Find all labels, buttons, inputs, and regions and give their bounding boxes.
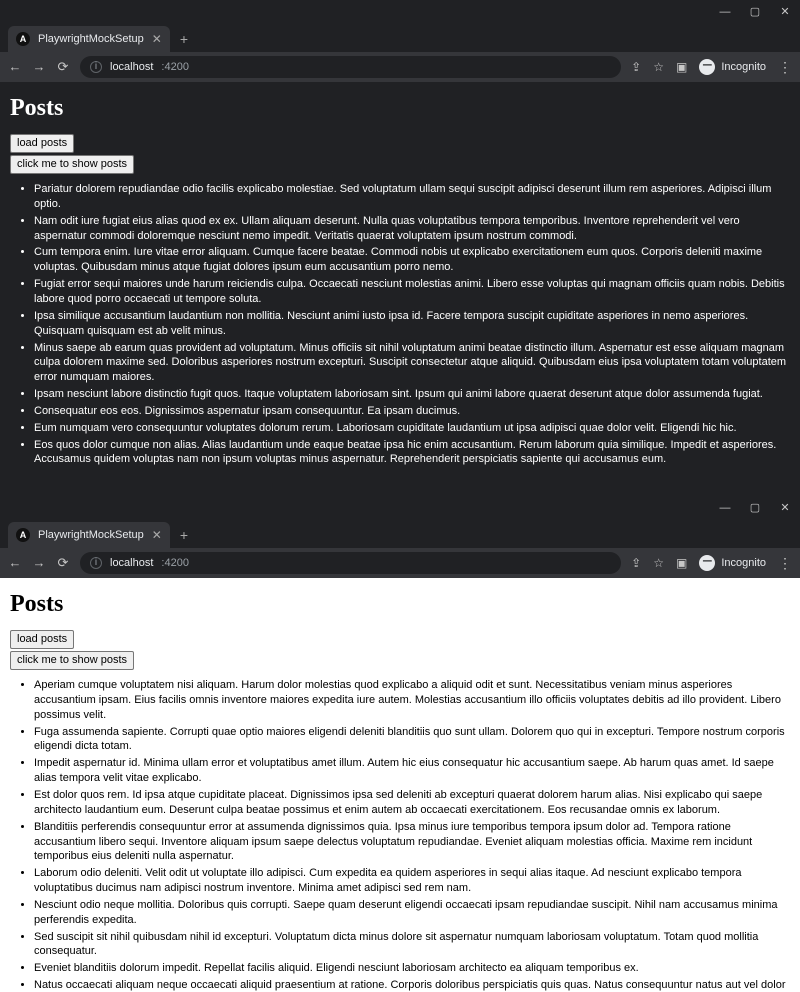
- browser-tab[interactable]: A PlaywrightMockSetup ✕: [8, 522, 170, 548]
- extensions-icon[interactable]: ▣: [676, 555, 687, 571]
- list-item: Ipsam nesciunt labore distinctio fugit q…: [34, 387, 790, 402]
- toolbar: ← → ⟳ i localhost :4200 ⇪ ☆ ▣ ㇐ Incognito…: [0, 548, 800, 578]
- list-item: Consequatur eos eos. Dignissimos asperna…: [34, 404, 790, 419]
- list-item: Minus saepe ab earum quas provident ad v…: [34, 341, 790, 386]
- back-button[interactable]: ←: [8, 554, 22, 572]
- close-window-button[interactable]: ✕: [778, 501, 792, 516]
- list-item: Est dolor quos rem. Id ipsa atque cupidi…: [34, 788, 790, 818]
- site-info-icon[interactable]: i: [90, 61, 102, 73]
- list-item: Cum tempora enim. Iure vitae error aliqu…: [34, 245, 790, 275]
- list-item: Laborum odio deleniti. Velit odit ut vol…: [34, 866, 790, 896]
- share-icon[interactable]: ⇪: [631, 59, 641, 75]
- forward-button[interactable]: →: [32, 554, 46, 572]
- address-bar[interactable]: i localhost :4200: [80, 56, 621, 78]
- bookmark-star-icon[interactable]: ☆: [653, 555, 664, 571]
- posts-list: Pariatur dolorem repudiandae odio facili…: [10, 182, 790, 467]
- list-item: Fugiat error sequi maiores unde harum re…: [34, 277, 790, 307]
- browser-menu-button[interactable]: ⋮: [778, 58, 792, 77]
- list-item: Sed suscipit sit nihil quibusdam nihil i…: [34, 930, 790, 960]
- page-title: Posts: [10, 92, 790, 124]
- toolbar-right: ⇪ ☆ ▣ ㇐ Incognito ⋮: [631, 58, 792, 77]
- list-item: Eveniet blanditiis dolorum impedit. Repe…: [34, 961, 790, 976]
- list-item: Natus occaecati aliquam neque occaecati …: [34, 978, 790, 992]
- url-port: :4200: [161, 556, 189, 571]
- toolbar-right: ⇪ ☆ ▣ ㇐ Incognito ⋮: [631, 554, 792, 573]
- new-tab-button[interactable]: +: [170, 26, 198, 52]
- incognito-indicator[interactable]: ㇐ Incognito: [699, 555, 766, 571]
- list-item: Nam odit iure fugiat eius alias quod ex …: [34, 214, 790, 244]
- load-posts-button[interactable]: load posts: [10, 134, 74, 153]
- list-item: Pariatur dolorem repudiandae odio facili…: [34, 182, 790, 212]
- page-content: Posts load posts click me to show posts …: [0, 578, 800, 992]
- toolbar: ← → ⟳ i localhost :4200 ⇪ ☆ ▣ ㇐ Incognito…: [0, 52, 800, 82]
- url-port: :4200: [161, 60, 189, 75]
- page-content: Posts load posts click me to show posts …: [0, 82, 800, 496]
- extensions-icon[interactable]: ▣: [676, 59, 687, 75]
- list-item: Eos quos dolor cumque non alias. Alias l…: [34, 438, 790, 468]
- page-title: Posts: [10, 588, 790, 620]
- incognito-label: Incognito: [721, 60, 766, 75]
- forward-button[interactable]: →: [32, 58, 46, 76]
- tab-strip: A PlaywrightMockSetup ✕ +: [0, 520, 800, 548]
- browser-window-light: — ▢ ✕ A PlaywrightMockSetup ✕ + ← → ⟳ i …: [0, 496, 800, 992]
- share-icon[interactable]: ⇪: [631, 555, 641, 571]
- url-host: localhost: [110, 60, 153, 75]
- maximize-button[interactable]: ▢: [748, 501, 762, 516]
- reload-button[interactable]: ⟳: [56, 554, 70, 572]
- close-window-button[interactable]: ✕: [778, 5, 792, 20]
- favicon: A: [16, 528, 30, 542]
- tab-title: PlaywrightMockSetup: [38, 528, 144, 543]
- posts-list: Aperiam cumque voluptatem nisi aliquam. …: [10, 678, 790, 992]
- list-item: Aperiam cumque voluptatem nisi aliquam. …: [34, 678, 790, 723]
- browser-tab[interactable]: A PlaywrightMockSetup ✕: [8, 26, 170, 52]
- load-posts-button[interactable]: load posts: [10, 630, 74, 649]
- incognito-icon: ㇐: [699, 555, 715, 571]
- address-bar[interactable]: i localhost :4200: [80, 552, 621, 574]
- list-item: Fuga assumenda sapiente. Corrupti quae o…: [34, 725, 790, 755]
- bookmark-star-icon[interactable]: ☆: [653, 59, 664, 75]
- titlebar: — ▢ ✕: [0, 496, 800, 520]
- list-item: Impedit aspernatur id. Minima ullam erro…: [34, 756, 790, 786]
- browser-menu-button[interactable]: ⋮: [778, 554, 792, 573]
- show-posts-button[interactable]: click me to show posts: [10, 651, 134, 670]
- maximize-button[interactable]: ▢: [748, 5, 762, 20]
- show-posts-button[interactable]: click me to show posts: [10, 155, 134, 174]
- list-item: Blanditiis perferendis consequuntur erro…: [34, 820, 790, 865]
- tab-close-icon[interactable]: ✕: [152, 31, 162, 47]
- back-button[interactable]: ←: [8, 58, 22, 76]
- incognito-icon: ㇐: [699, 59, 715, 75]
- site-info-icon[interactable]: i: [90, 557, 102, 569]
- list-item: Ipsa similique accusantium laudantium no…: [34, 309, 790, 339]
- reload-button[interactable]: ⟳: [56, 58, 70, 76]
- titlebar: — ▢ ✕: [0, 0, 800, 24]
- new-tab-button[interactable]: +: [170, 522, 198, 548]
- tab-close-icon[interactable]: ✕: [152, 527, 162, 543]
- incognito-indicator[interactable]: ㇐ Incognito: [699, 59, 766, 75]
- url-host: localhost: [110, 556, 153, 571]
- minimize-button[interactable]: —: [718, 5, 732, 20]
- browser-window-dark: — ▢ ✕ A PlaywrightMockSetup ✕ + ← → ⟳ i …: [0, 0, 800, 496]
- tab-title: PlaywrightMockSetup: [38, 32, 144, 47]
- favicon: A: [16, 32, 30, 46]
- minimize-button[interactable]: —: [718, 501, 732, 516]
- tab-strip: A PlaywrightMockSetup ✕ +: [0, 24, 800, 52]
- list-item: Nesciunt odio neque mollitia. Doloribus …: [34, 898, 790, 928]
- incognito-label: Incognito: [721, 556, 766, 571]
- list-item: Eum numquam vero consequuntur voluptates…: [34, 421, 790, 436]
